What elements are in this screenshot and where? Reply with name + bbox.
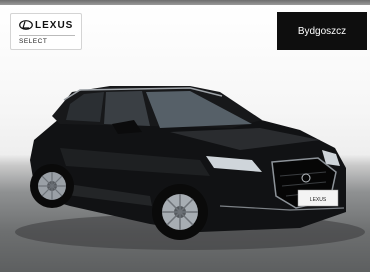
brand-name: LEXUS xyxy=(35,20,74,31)
lexus-select-logo[interactable]: LEXUS SELECT xyxy=(10,13,82,50)
program-label: SELECT xyxy=(19,38,48,45)
location-badge: Bydgoszcz xyxy=(277,12,367,50)
lexus-emblem-icon xyxy=(19,20,33,30)
location-city: Bydgoszcz xyxy=(297,25,347,37)
logo-divider xyxy=(19,35,75,36)
plate-label: LEXUS xyxy=(310,197,327,203)
car-photo[interactable]: LEXUS LEXUS SELECT Bydgoszcz xyxy=(0,5,370,272)
